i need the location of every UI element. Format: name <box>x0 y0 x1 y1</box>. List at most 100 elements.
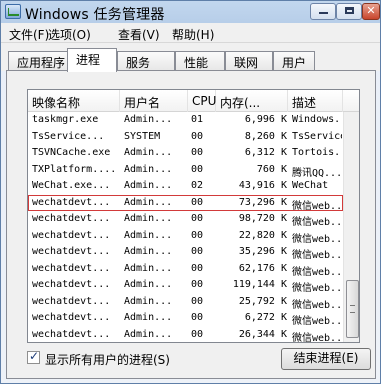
menu-file[interactable]: 文件(F) <box>9 26 49 43</box>
minimize-button[interactable] <box>310 3 336 20</box>
maximize-button[interactable] <box>336 3 362 20</box>
memory-cell: 73,296 K <box>238 196 287 208</box>
process-list[interactable]: 映像名称 用户名 CPU 内存(... 描述 taskmgr.exe Admin.… <box>27 89 360 343</box>
show-all-users-label[interactable]: 显示所有用户的进程(S) <box>45 351 170 368</box>
process-row[interactable]: wechatdevt... Admin... 00 62,176 K 微信web... <box>28 261 343 278</box>
user-name-cell: Admin... <box>124 147 173 158</box>
cpu-cell: 00 <box>191 295 204 307</box>
description-cell: Windows... <box>292 114 342 125</box>
process-row[interactable]: WeChat.exe... Admin... 02 43,916 K WeChat <box>28 178 343 195</box>
user-name-cell: Admin... <box>124 246 173 257</box>
description-cell: 微信web... <box>292 266 342 278</box>
memory-cell: 8,260 K <box>244 130 287 142</box>
image-name-cell: WeChat.exe... <box>32 180 111 191</box>
description-cell: WeChat <box>292 180 329 191</box>
cpu-cell: 00 <box>191 213 204 224</box>
tab-networking[interactable]: 联网 <box>225 51 273 71</box>
tab-users[interactable]: 用户 <box>273 51 315 71</box>
memory-cell: 98,720 K <box>238 213 287 224</box>
checkmark-icon: ✓ <box>29 349 40 363</box>
process-row[interactable]: wechatdevt... Admin... 00 35,296 K 微信web... <box>28 244 343 261</box>
process-row[interactable]: wechatdevt... Admin... 00 119,144 K 微信web... <box>28 277 343 294</box>
column-description[interactable]: 描述 <box>288 90 343 112</box>
memory-cell: 35,296 K <box>238 246 287 257</box>
memory-cell: 6,312 K <box>244 147 287 158</box>
column-cpu[interactable]: CPU <box>188 90 216 112</box>
user-name-cell: SYSTEM <box>124 130 161 142</box>
image-name-cell: TXPlatform.... <box>32 163 117 175</box>
process-row[interactable]: wechatdevt... Admin... 00 98,720 K 微信web... <box>28 211 343 228</box>
process-row[interactable]: wechatdevt... Admin... 00 26,344 K 微信web... <box>28 327 343 343</box>
description-cell: 微信web... <box>292 316 342 327</box>
minimize-icon <box>318 12 328 14</box>
process-row[interactable]: taskmgr.exe Admin... 01 6,996 K Windows... <box>28 112 343 129</box>
user-name-cell: Admin... <box>124 295 173 307</box>
menu-bar: 文件(F) 选项(O) 查看(V) 帮助(H) <box>1 23 380 43</box>
close-icon: ✕ <box>366 4 376 17</box>
tab-performance[interactable]: 性能 <box>175 51 225 71</box>
vertical-scrollbar[interactable] <box>343 112 359 342</box>
process-row[interactable]: TSVNCache.exe Admin... 00 6,312 K Tortois... <box>28 145 343 162</box>
window-title: Windows 任务管理器 <box>25 7 165 23</box>
image-name-cell: wechatdevt... <box>32 312 111 323</box>
process-row[interactable]: wechatdevt... Admin... 00 6,272 K 微信web... <box>28 310 343 327</box>
tab-processes[interactable]: 进程 <box>67 48 117 72</box>
process-row[interactable]: wechatdevt... Admin... 00 22,820 K 微信web... <box>28 228 343 245</box>
user-name-cell: Admin... <box>124 279 173 290</box>
image-name-cell: TsService... <box>32 130 105 142</box>
image-name-cell: wechatdevt... <box>32 246 111 257</box>
cpu-cell: 00 <box>191 147 204 158</box>
cpu-cell: 00 <box>191 196 204 208</box>
description-cell: Tortois... <box>292 147 342 158</box>
close-button[interactable]: ✕ <box>362 3 380 20</box>
task-manager-window: Windows 任务管理器 ✕ 文件(F) 选项(O) 查看(V) 帮助(H) … <box>0 0 381 384</box>
process-row[interactable]: TsService... SYSTEM 00 8,260 K TsService <box>28 129 343 146</box>
menu-view[interactable]: 查看(V) <box>118 26 160 43</box>
cpu-cell: 00 <box>191 163 204 175</box>
image-name-cell: wechatdevt... <box>32 196 111 208</box>
column-memory[interactable]: 内存(... <box>216 90 288 112</box>
cpu-cell: 00 <box>191 328 204 340</box>
title-bar[interactable]: Windows 任务管理器 ✕ <box>1 1 380 23</box>
memory-cell: 26,344 K <box>238 328 287 340</box>
description-cell: 微信web... <box>292 283 342 294</box>
process-row[interactable]: wechatdevt... Admin... 00 25,792 K 微信web... <box>28 294 343 311</box>
description-cell: TsService <box>292 130 342 142</box>
tab-applications[interactable]: 应用程序 <box>8 51 68 71</box>
menu-options[interactable]: 选项(O) <box>48 26 91 43</box>
user-name-cell: Admin... <box>124 180 173 191</box>
user-name-cell: Admin... <box>124 262 173 274</box>
cpu-cell: 00 <box>191 130 204 142</box>
cpu-cell: 00 <box>191 262 204 274</box>
user-name-cell: Admin... <box>124 114 173 125</box>
task-manager-icon <box>5 4 21 19</box>
tab-services[interactable]: 服务 <box>117 51 175 71</box>
column-user-name[interactable]: 用户名 <box>120 90 188 112</box>
cpu-cell: 00 <box>191 312 204 323</box>
show-all-users-checkbox[interactable]: ✓ <box>27 349 40 364</box>
user-name-cell: Admin... <box>124 196 173 208</box>
image-name-cell: wechatdevt... <box>32 279 111 290</box>
description-cell: 微信web... <box>292 233 342 245</box>
memory-cell: 6,996 K <box>244 114 287 125</box>
process-row[interactable]: wechatdevt... Admin... 00 73,296 K 微信web... <box>28 194 343 212</box>
menu-help[interactable]: 帮助(H) <box>172 26 214 43</box>
memory-cell: 43,916 K <box>238 180 287 191</box>
user-name-cell: Admin... <box>124 328 173 340</box>
image-name-cell: wechatdevt... <box>32 229 111 241</box>
description-cell: 微信web... <box>292 299 342 311</box>
scrollbar-thumb[interactable] <box>346 280 359 338</box>
image-name-cell: wechatdevt... <box>32 295 111 307</box>
user-name-cell: Admin... <box>124 229 173 241</box>
user-name-cell: Admin... <box>124 163 173 175</box>
process-rows: taskmgr.exe Admin... 01 6,996 K Windows... Ts… <box>28 112 343 343</box>
column-image-name[interactable]: 映像名称 <box>28 90 120 112</box>
cpu-cell: 00 <box>191 279 204 290</box>
user-name-cell: Admin... <box>124 213 173 224</box>
image-name-cell: wechatdevt... <box>32 262 111 274</box>
process-row[interactable]: TXPlatform.... Admin... 00 760 K 腾讯QQ... <box>28 162 343 179</box>
list-header: 映像名称 用户名 CPU 内存(... 描述 <box>28 90 359 112</box>
image-name-cell: wechatdevt... <box>32 328 111 340</box>
end-process-button[interactable]: 结束进程(E) <box>281 348 371 370</box>
cpu-cell: 00 <box>191 246 204 257</box>
